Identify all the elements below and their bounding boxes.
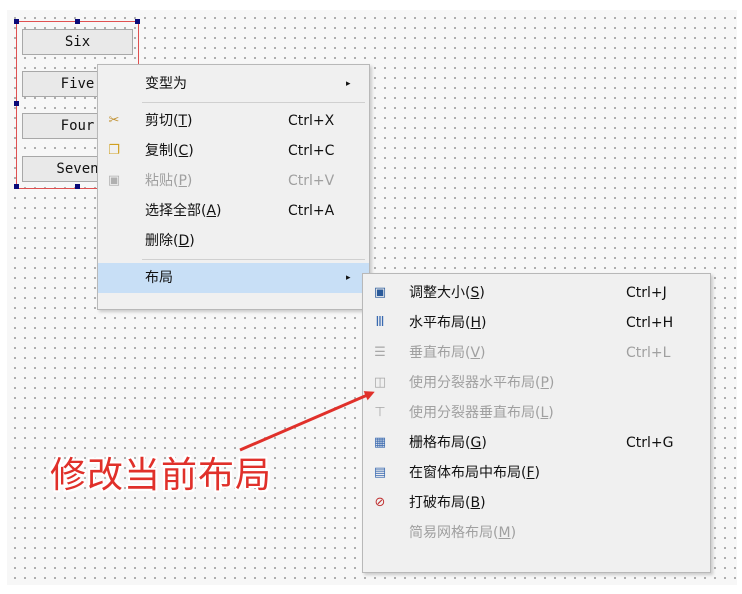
annotation-text: 修改当前布局 — [50, 455, 273, 496]
annotation-arrow — [239, 391, 375, 452]
annotation-arrow-graphic — [239, 391, 375, 452]
